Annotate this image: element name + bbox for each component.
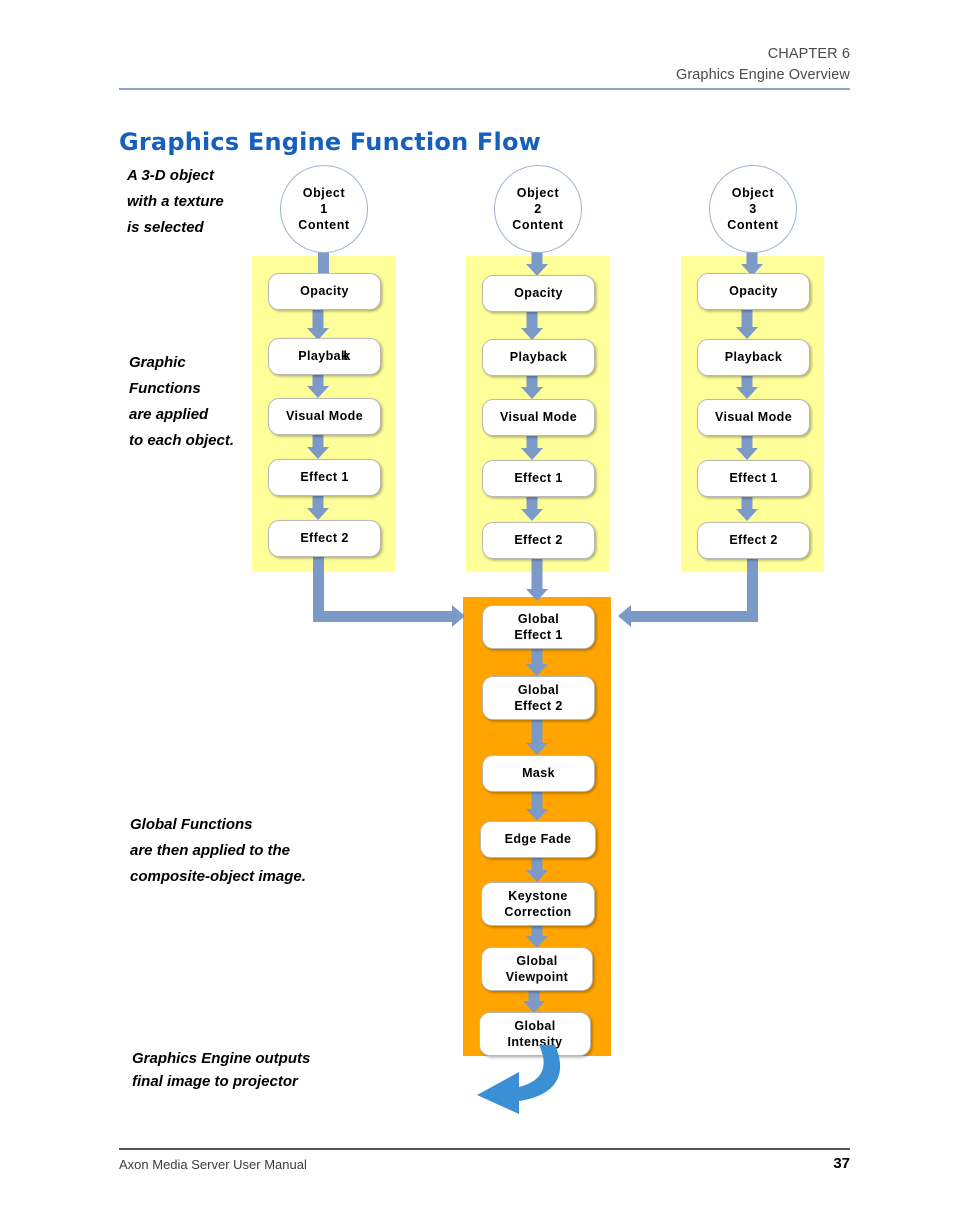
arrow-global-6	[523, 989, 545, 1013]
node-playback-2: Playback	[482, 339, 595, 376]
node-label-overlap: k	[343, 349, 351, 363]
arrow-2-2	[521, 374, 543, 399]
footer-manual-title: Axon Media Server User Manual	[119, 1157, 307, 1172]
node-global-effect-2: Global Effect 2	[482, 676, 595, 720]
node-label: Keystone	[508, 889, 568, 903]
arrow-2-3	[521, 434, 543, 460]
arrow-3-3	[736, 434, 758, 460]
node-mask: Mask	[482, 755, 595, 792]
node-visual-mode-2: Visual Mode	[482, 399, 595, 436]
arrow-2-4	[521, 495, 543, 521]
node-effect-1-col1: Effect 1	[268, 459, 381, 496]
node-effect-2-col1: Effect 2	[268, 520, 381, 557]
arrow-global-5	[526, 924, 548, 948]
node-effect-2-col3: Effect 2	[697, 522, 810, 559]
node-label: Viewpoint	[505, 970, 569, 984]
object-1-content-node: Object 1 Content	[280, 165, 368, 253]
output-arrow-icon	[477, 1045, 561, 1114]
object-3-content-node: Object 3 Content	[709, 165, 797, 253]
arrow-3-1	[736, 308, 758, 339]
object-circle-line: 2	[534, 202, 542, 216]
arrow-1-1	[307, 308, 329, 340]
object-circle-line: Content	[727, 218, 779, 232]
merge-arrow-center	[526, 557, 548, 601]
arrow-global-4	[526, 856, 548, 882]
node-label-glitched: Playbakk	[298, 349, 350, 364]
object-circle-line: 1	[320, 202, 328, 216]
arrow-global-1	[526, 647, 548, 676]
node-label: Global	[517, 612, 560, 626]
node-global-effect-1: Global Effect 1	[482, 605, 595, 649]
node-effect-1-col2: Effect 1	[482, 460, 595, 497]
arrow-3-2	[736, 374, 758, 399]
arrow-2-1	[521, 310, 543, 340]
node-visual-mode-1: Visual Mode	[268, 398, 381, 435]
object-circle-line: Object	[731, 186, 775, 200]
object-circle-line: 3	[749, 202, 757, 216]
graphics-engine-flow-diagram: Object 1 Content Opacity Playbakk Visual…	[0, 0, 954, 1130]
arrow-global-2	[526, 718, 548, 755]
arrow-3-4	[736, 495, 758, 521]
footer-divider	[119, 1148, 850, 1150]
node-label: Global	[514, 1019, 556, 1033]
object-circle-line: Object	[516, 186, 560, 200]
node-edge-fade: Edge Fade	[480, 821, 596, 858]
node-label: Effect 1	[514, 628, 563, 642]
node-visual-mode-3: Visual Mode	[697, 399, 810, 436]
node-label: Effect 2	[514, 699, 563, 713]
node-playback-1: Playbakk	[268, 338, 381, 375]
object-circle-line: Content	[298, 218, 350, 232]
node-label: Global	[517, 683, 560, 697]
node-keystone-correction: Keystone Correction	[481, 882, 595, 926]
node-effect-1-col3: Effect 1	[697, 460, 810, 497]
arrow-1-4	[307, 494, 329, 520]
node-label: Playbak	[298, 349, 349, 363]
node-effect-2-col2: Effect 2	[482, 522, 595, 559]
arrow-1-3	[307, 433, 329, 459]
object-circle-line: Content	[512, 218, 564, 232]
node-opacity-3: Opacity	[697, 273, 810, 310]
object-2-content-node: Object 2 Content	[494, 165, 582, 253]
arrow-global-3	[526, 790, 548, 821]
node-opacity-1: Opacity	[268, 273, 381, 310]
node-label: Global	[516, 954, 558, 968]
node-label: Correction	[504, 905, 572, 919]
footer-page-number: 37	[833, 1155, 850, 1172]
arrow-1-2	[307, 373, 329, 398]
node-playback-3: Playback	[697, 339, 810, 376]
node-opacity-2: Opacity	[482, 275, 595, 312]
object-circle-line: Object	[302, 186, 346, 200]
node-global-viewpoint: Global Viewpoint	[481, 947, 593, 991]
